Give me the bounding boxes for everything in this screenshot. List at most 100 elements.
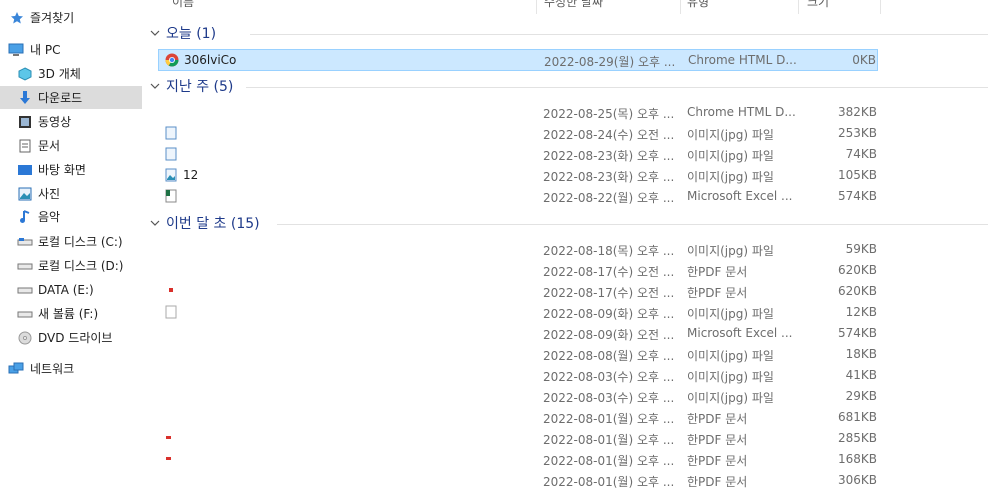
file-row[interactable]: 2022-08-09(화) 오후 ... 이미지(jpg) 파일 12KB [158,302,878,322]
nav-item-dvd[interactable]: DVD 드라이브 [0,326,142,349]
file-size: 12KB [845,305,877,319]
column-divider[interactable] [880,0,881,14]
nav-label: 음악 [38,210,61,224]
file-type: 이미지(jpg) 파일 [687,391,774,405]
file-name: 306lviCo [184,53,237,67]
star-icon [9,10,25,26]
file-date: 2022-08-17(수) 오전 ... [543,286,675,300]
file-size: 574KB [837,189,877,203]
file-row[interactable]: 12 2022-08-23(화) 오후 ... 이미지(jpg) 파일 105K… [158,165,878,185]
chevron-down-icon [150,83,160,89]
column-divider[interactable] [536,0,537,14]
nav-item-videos[interactable]: 동영상 [0,110,142,133]
file-row[interactable]: 306lviCo 2022-08-29(월) 오후 ... Chrome HTM… [158,49,878,71]
file-type: 이미지(jpg) 파일 [687,307,774,321]
nav-item-pictures[interactable]: 사진 [0,182,142,205]
file-type: 이미지(jpg) 파일 [687,128,774,142]
nav-item-documents[interactable]: 문서 [0,134,142,157]
file-row[interactable]: 2022-08-09(화) 오전 ... Microsoft Excel ...… [158,323,878,343]
file-size: 105KB [837,168,877,182]
file-type: 이미지(jpg) 파일 [687,149,774,163]
file-row[interactable]: 2022-08-01(월) 오후 ... 한PDF 문서 285KB [158,428,878,448]
nav-item-desktop[interactable]: 바탕 화면 [0,158,142,181]
file-date: 2022-08-23(화) 오후 ... [543,149,675,163]
nav-label: 로컬 디스크 (D:) [38,259,124,273]
column-header-type[interactable]: 유형 [687,0,709,14]
file-name: 12 [183,168,199,182]
file-date: 2022-08-03(수) 오후 ... [543,370,675,384]
file-row[interactable]: 2022-08-17(수) 오전 ... 한PDF 문서 620KB [158,260,878,280]
file-date: 2022-08-03(수) 오후 ... [543,391,675,405]
file-size: 382KB [837,105,877,119]
file-type: Chrome HTML D... [687,105,796,119]
file-type: 한PDF 문서 [687,412,748,426]
computer-icon [8,42,24,58]
file-type: 이미지(jpg) 파일 [687,170,774,184]
nav-item-drive-e[interactable]: DATA (E:) [0,278,142,301]
nav-item-music[interactable]: 음악 [0,205,142,228]
nav-network[interactable]: 네트워크 [0,357,142,380]
file-date: 2022-08-22(월) 오후 ... [543,191,675,205]
dvd-icon [17,330,33,346]
image-file-icon [165,147,177,161]
group-header-today[interactable]: 오늘 (1) [150,22,216,44]
navigation-pane: 즐겨찾기 내 PC 3D 개체 다운로드 동영상 문서 바탕 화면 사진 음악 … [0,0,142,479]
nav-label: DVD 드라이브 [38,331,113,345]
file-list: 이름 수정한 날짜 유형 크기 오늘 (1) 306lviCo 2022-08-… [142,0,988,489]
group-label: 지난 주 (5) [166,79,234,95]
file-size: 41KB [845,368,877,382]
file-row[interactable]: 2022-08-01(월) 오후 ... 한PDF 문서 681KB [158,407,878,427]
video-icon [17,114,33,130]
file-row[interactable]: 2022-08-03(수) 오후 ... 이미지(jpg) 파일 41KB [158,365,878,385]
file-type: 이미지(jpg) 파일 [687,349,774,363]
3d-objects-icon [17,66,33,82]
nav-label: 로컬 디스크 (C:) [38,235,123,249]
nav-item-drive-d[interactable]: 로컬 디스크 (D:) [0,254,142,277]
file-row[interactable]: 2022-08-18(목) 오후 ... 이미지(jpg) 파일 59KB [158,239,878,259]
file-type: Chrome HTML D... [688,53,797,67]
file-date: 2022-08-01(월) 오후 ... [543,475,675,489]
nav-item-downloads[interactable]: 다운로드 [0,86,142,109]
file-row[interactable]: 2022-08-01(월) 오후 ... 한PDF 문서 168KB [158,449,878,469]
file-date: 2022-08-09(화) 오후 ... [543,307,675,321]
nav-label: 새 볼륨 (F:) [38,307,99,321]
file-row[interactable]: 2022-08-23(화) 오후 ... 이미지(jpg) 파일 74KB [158,144,878,164]
file-row[interactable]: 2022-08-01(월) 오후 ... 한PDF 문서 306KB [158,470,878,490]
column-divider[interactable] [680,0,681,14]
nav-this-pc[interactable]: 내 PC [0,38,142,61]
file-row[interactable]: 2022-08-17(수) 오전 ... 한PDF 문서 620KB [158,281,878,301]
file-type: 이미지(jpg) 파일 [687,244,774,258]
nav-item-3d-objects[interactable]: 3D 개체 [0,62,142,85]
file-type: Microsoft Excel ... [687,326,793,340]
file-type: Microsoft Excel ... [687,189,793,203]
file-date: 2022-08-01(월) 오후 ... [543,412,675,426]
file-size: 620KB [837,263,877,277]
music-icon [17,209,33,225]
file-row[interactable]: 2022-08-08(월) 오후 ... 이미지(jpg) 파일 18KB [158,344,878,364]
file-size: 681KB [837,410,877,424]
column-header-name[interactable]: 이름 [172,0,194,14]
file-row[interactable]: 2022-08-25(목) 오후 ... Chrome HTML D... 38… [158,102,878,122]
nav-quick-access[interactable]: 즐겨찾기 [0,6,142,29]
file-size: 574KB [837,326,877,340]
column-header-size[interactable]: 크기 [807,0,829,14]
file-row[interactable]: 2022-08-03(수) 오후 ... 이미지(jpg) 파일 29KB [158,386,878,406]
file-row[interactable]: 2022-08-22(월) 오후 ... Microsoft Excel ...… [158,186,878,206]
group-header-this-month[interactable]: 이번 달 초 (15) [150,212,260,234]
file-row[interactable]: 2022-08-24(수) 오전 ... 이미지(jpg) 파일 253KB [158,123,878,143]
nav-label: 다운로드 [38,91,83,105]
nav-item-drive-f[interactable]: 새 볼륨 (F:) [0,302,142,325]
file-type: 한PDF 문서 [687,475,748,489]
file-type: 한PDF 문서 [687,286,748,300]
group-header-last-week[interactable]: 지난 주 (5) [150,75,233,97]
column-divider[interactable] [798,0,799,14]
pdf-file-icon [166,457,171,460]
column-header-date[interactable]: 수정한 날짜 [544,0,603,14]
image-file-icon [165,126,177,140]
group-divider [277,224,988,225]
file-date: 2022-08-01(월) 오후 ... [543,433,675,447]
desktop-icon [17,162,33,178]
nav-item-drive-c[interactable]: 로컬 디스크 (C:) [0,230,142,253]
file-date: 2022-08-17(수) 오전 ... [543,265,675,279]
nav-label: 내 PC [30,43,61,57]
